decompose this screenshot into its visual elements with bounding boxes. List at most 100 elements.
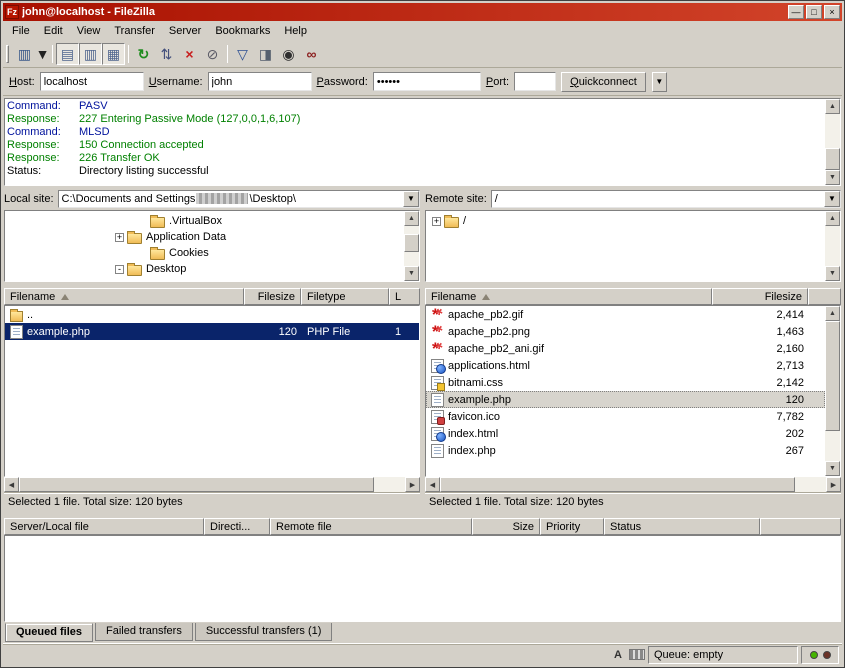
scrollbar-thumb[interactable]: [825, 148, 840, 170]
scrollbar-track[interactable]: [825, 114, 840, 170]
queue-column-server-local-file[interactable]: Server/Local file: [4, 518, 204, 535]
scroll-up-icon[interactable]: ▲: [404, 211, 419, 226]
scrollbar-thumb[interactable]: [825, 321, 840, 431]
file-row[interactable]: index.html202: [426, 425, 825, 442]
toggle-transfer-queue-button[interactable]: ▦: [102, 43, 125, 65]
site-manager-dropdown-button[interactable]: ▼: [36, 43, 49, 65]
horizontal-splitter[interactable]: [3, 511, 842, 518]
queue-column-priority[interactable]: Priority: [540, 518, 604, 535]
tree-expander[interactable]: [115, 233, 124, 242]
menu-edit[interactable]: Edit: [37, 23, 70, 39]
quickconnect-dropdown-button[interactable]: ▼: [652, 72, 667, 92]
column-header-filename[interactable]: Filename: [4, 288, 244, 305]
tree-item-virtualbox[interactable]: .VirtualBox: [5, 213, 404, 229]
remote-horizontal-scrollbar[interactable]: ◀ ▶: [425, 477, 841, 492]
queue-column-status[interactable]: Status: [604, 518, 760, 535]
keypad-icon[interactable]: [629, 649, 645, 660]
file-row[interactable]: applications.html2,713: [426, 357, 825, 374]
file-row[interactable]: index.php267: [426, 442, 825, 459]
tree-item-root[interactable]: /: [426, 213, 825, 229]
scroll-down-icon[interactable]: ▼: [825, 170, 840, 185]
find-files-button[interactable]: ◉: [277, 43, 300, 65]
file-row[interactable]: apache_pb2_ani.gif2,160: [426, 340, 825, 357]
filter-button[interactable]: ▽: [231, 43, 254, 65]
scrollbar-track[interactable]: [440, 477, 826, 492]
remote-site-combobox[interactable]: / ▼: [491, 190, 841, 208]
menu-help[interactable]: Help: [277, 23, 314, 39]
remote-list-scrollbar[interactable]: ▲ ▼: [825, 306, 840, 476]
scroll-right-icon[interactable]: ▶: [405, 477, 420, 492]
directory-comparison-button[interactable]: ◨: [254, 43, 277, 65]
tab-failed-transfers[interactable]: Failed transfers: [95, 623, 193, 641]
scroll-left-icon[interactable]: ◀: [4, 477, 19, 492]
tree-item-cookies[interactable]: Cookies: [5, 245, 404, 261]
scroll-left-icon[interactable]: ◀: [425, 477, 440, 492]
menu-transfer[interactable]: Transfer: [107, 23, 162, 39]
toggle-directory-trees-button[interactable]: ▥: [79, 43, 102, 65]
maximize-button[interactable]: □: [806, 5, 822, 19]
tab-successful-transfers[interactable]: Successful transfers (1): [195, 623, 333, 641]
host-input[interactable]: [40, 72, 144, 91]
column-header-last-modified[interactable]: L: [389, 288, 420, 305]
site-manager-button[interactable]: ▥: [13, 43, 36, 65]
scroll-down-icon[interactable]: ▼: [404, 266, 419, 281]
menu-server[interactable]: Server: [162, 23, 208, 39]
file-row[interactable]: apache_pb2.gif2,414: [426, 306, 825, 323]
tree-expander[interactable]: [115, 265, 124, 274]
process-queue-button[interactable]: ⇅: [155, 43, 178, 65]
scrollbar-track[interactable]: [825, 226, 840, 266]
remote-site-dropdown-button[interactable]: ▼: [824, 191, 840, 207]
ascii-indicator-icon[interactable]: A: [610, 648, 626, 662]
local-horizontal-scrollbar[interactable]: ◀ ▶: [4, 477, 420, 492]
local-site-combobox[interactable]: C:\Documents and Settings\Desktop\ ▼: [58, 190, 420, 208]
column-header-filesize[interactable]: Filesize: [712, 288, 808, 305]
column-header-filetype[interactable]: Filetype: [301, 288, 389, 305]
toggle-message-log-button[interactable]: ▤: [56, 43, 79, 65]
close-button[interactable]: ×: [824, 5, 840, 19]
column-header-filesize[interactable]: Filesize: [244, 288, 301, 305]
scrollbar-track[interactable]: [404, 226, 419, 266]
local-site-dropdown-button[interactable]: ▼: [403, 191, 419, 207]
scrollbar-thumb[interactable]: [404, 234, 419, 252]
file-row[interactable]: bitnami.css2,142: [426, 374, 825, 391]
queue-column-size[interactable]: Size: [472, 518, 540, 535]
disconnect-button[interactable]: ⊘: [201, 43, 224, 65]
minimize-button[interactable]: —: [788, 5, 804, 19]
scrollbar-track[interactable]: [825, 321, 840, 461]
toolbar-grip[interactable]: [6, 45, 9, 63]
column-header-filename[interactable]: Filename: [425, 288, 712, 305]
menu-bookmarks[interactable]: Bookmarks: [208, 23, 277, 39]
tree-expander[interactable]: [432, 217, 441, 226]
scroll-up-icon[interactable]: ▲: [825, 211, 840, 226]
queue-column-remote-file[interactable]: Remote file: [270, 518, 472, 535]
refresh-button[interactable]: ↻: [132, 43, 155, 65]
port-input[interactable]: [514, 72, 556, 91]
scroll-down-icon[interactable]: ▼: [825, 461, 840, 476]
scrollbar-track[interactable]: [19, 477, 405, 492]
scrollbar-thumb[interactable]: [440, 477, 795, 492]
file-row-selected[interactable]: example.php120: [426, 391, 825, 408]
menu-file[interactable]: File: [5, 23, 37, 39]
scrollbar-thumb[interactable]: [19, 477, 374, 492]
column-header-filler[interactable]: [808, 288, 841, 305]
password-input[interactable]: [373, 72, 481, 91]
speed-limits-button[interactable]: ∞: [300, 43, 323, 65]
scroll-right-icon[interactable]: ▶: [826, 477, 841, 492]
queue-column-direction[interactable]: Directi...: [204, 518, 270, 535]
tree-item-desktop[interactable]: Desktop: [5, 261, 404, 277]
file-row-example-php[interactable]: example.php 120 PHP File 1: [5, 323, 419, 340]
log-scrollbar[interactable]: ▲ ▼: [825, 99, 840, 185]
scroll-up-icon[interactable]: ▲: [825, 99, 840, 114]
local-tree-scrollbar[interactable]: ▲ ▼: [404, 211, 419, 281]
file-row-parent-dir[interactable]: ..: [5, 306, 419, 323]
username-input[interactable]: [208, 72, 312, 91]
file-row[interactable]: favicon.ico7,782: [426, 408, 825, 425]
tab-queued-files[interactable]: Queued files: [5, 623, 93, 642]
menu-view[interactable]: View: [70, 23, 108, 39]
tree-item-application-data[interactable]: Application Data: [5, 229, 404, 245]
remote-tree-scrollbar[interactable]: ▲ ▼: [825, 211, 840, 281]
cancel-button[interactable]: ×: [178, 43, 201, 65]
quickconnect-button[interactable]: Quickconnect: [561, 72, 646, 92]
scroll-up-icon[interactable]: ▲: [825, 306, 840, 321]
scroll-down-icon[interactable]: ▼: [825, 266, 840, 281]
